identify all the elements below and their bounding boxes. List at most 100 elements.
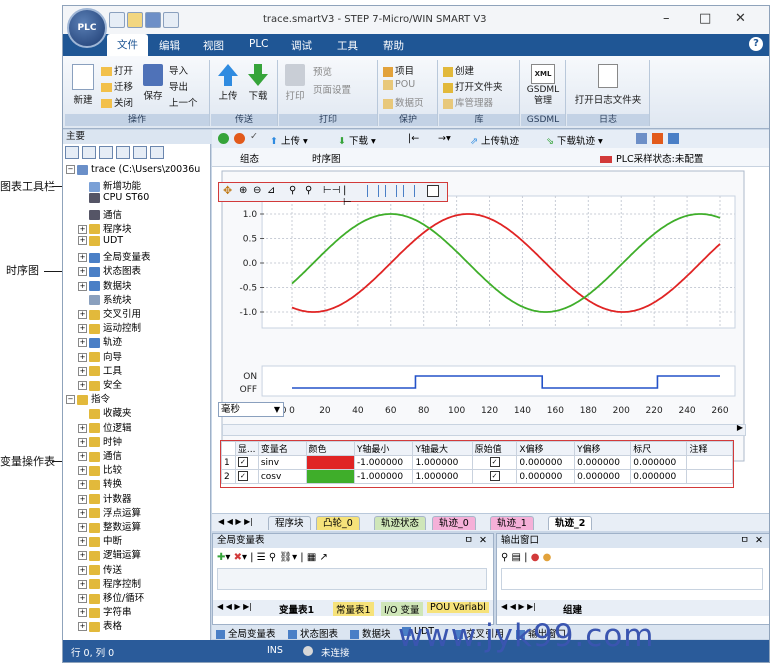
tree-item[interactable]: + 安全 [78, 377, 122, 391]
column-header[interactable]: Y轴最小 [353, 441, 414, 456]
output-tab-build[interactable]: 组建 [563, 602, 582, 616]
editor-tab[interactable]: 轨迹状态 [374, 516, 427, 530]
pane-pin-icon[interactable]: ㅁ [464, 534, 473, 548]
menu-edit[interactable]: 编辑 [159, 38, 180, 53]
tree-tool-icon-2[interactable] [82, 146, 96, 159]
pane-close-icon[interactable]: ✕ [479, 534, 487, 548]
editor-tab[interactable]: 轨迹_2 [548, 516, 593, 530]
raw-value-checkbox[interactable]: ✓ [471, 469, 518, 484]
y-min-cell[interactable]: -1.000000 [353, 469, 414, 484]
column-header[interactable]: 显... [234, 441, 259, 456]
tree-item[interactable]: + 状态图表 [78, 263, 141, 277]
output-warn-icon[interactable]: ● [543, 552, 552, 563]
expand-icon[interactable]: + [78, 253, 87, 263]
scale-cell[interactable]: 0.000000 [630, 469, 688, 484]
save-button[interactable]: 保存 [141, 64, 165, 102]
output-filter-icon[interactable]: ⚲ [501, 552, 508, 563]
tree-item[interactable]: + 整数运算 [78, 519, 141, 533]
editor-tab[interactable]: 程序块 [268, 516, 311, 530]
output-close-icon[interactable]: ✕ [755, 534, 763, 548]
expand-icon[interactable]: + [78, 466, 87, 476]
page-setup-button[interactable]: 页面设置 [313, 82, 351, 96]
upload-trace-button[interactable]: ⇗ 上传轨迹 [470, 133, 519, 147]
minimize-button[interactable]: – [663, 11, 670, 26]
cursor-1-icon[interactable] [367, 185, 379, 197]
tree-tool-icon-3[interactable] [99, 146, 113, 159]
cursor-2-icon[interactable] [385, 185, 397, 197]
tree-item[interactable]: + 轨迹 [78, 334, 122, 348]
expand-icon[interactable]: + [78, 551, 87, 561]
project-protect-button[interactable]: 项目 [383, 63, 414, 77]
migrate-button[interactable]: 迁移 [101, 79, 133, 93]
tree-item[interactable]: 收藏夹 [78, 405, 132, 419]
tree-item[interactable]: + 工具 [78, 363, 122, 377]
add-var-icon[interactable]: ✚ [217, 552, 225, 563]
y-offset-cell[interactable]: 0.000000 [574, 469, 632, 484]
tree-item[interactable]: + 逻辑运算 [78, 547, 141, 561]
expand-icon[interactable]: + [78, 565, 87, 575]
tree-item[interactable]: 系统块 [78, 292, 132, 306]
var-tab-4[interactable]: POU Variabl [427, 602, 489, 613]
tree-tool-icon-5[interactable] [133, 146, 147, 159]
menu-tools[interactable]: 工具 [337, 38, 358, 53]
checkbox-icon[interactable]: ✓ [489, 457, 500, 468]
stop-trace-icon[interactable] [234, 133, 245, 144]
trace-upload-button[interactable]: ⬆ 上传 ▾ [270, 133, 308, 147]
expand-icon[interactable]: + [78, 423, 87, 433]
dock-tab[interactable]: 数据块 [350, 626, 391, 640]
print-button[interactable]: 打印 [283, 64, 307, 102]
tab-nav-icons[interactable]: ◀ ◀ ▶ ▶| [218, 517, 253, 526]
redo-quick-icon[interactable] [163, 12, 179, 28]
var-tab-nav[interactable]: ◀ ◀ ▶ ▶| [217, 602, 252, 611]
output-content[interactable] [501, 568, 763, 590]
expand-icon[interactable]: + [78, 338, 87, 348]
zoom-in-icon[interactable]: ⊕ [239, 185, 251, 197]
column-header[interactable]: Y偏移 [574, 441, 632, 456]
tree-item[interactable]: 通信 [78, 207, 122, 221]
preview-button[interactable]: 预览 [313, 64, 332, 78]
check-icon[interactable]: ✓ [250, 131, 258, 142]
maximize-button[interactable]: □ [699, 11, 711, 26]
cursor-3-icon[interactable] [403, 185, 415, 197]
tree-item[interactable]: + 数据块 [78, 278, 132, 292]
y-offset-cell[interactable]: 0.000000 [574, 455, 632, 470]
tab-config[interactable]: 组态 [240, 151, 259, 165]
dock-tab[interactable]: 状态图表 [288, 626, 338, 640]
filter-icon[interactable]: ⚲ [269, 552, 276, 563]
y-min-cell[interactable]: -1.000000 [353, 455, 414, 470]
table-row[interactable]: 2 ✓ cosv -1.000000 1.000000 ✓ 0.000000 0.000000… [221, 469, 733, 484]
x-offset-cell[interactable]: 0.000000 [516, 455, 576, 470]
tree-item[interactable]: + 移位/循环 [78, 590, 144, 604]
var-tab-2[interactable]: 常量表1 [333, 602, 374, 616]
raw-value-checkbox[interactable]: ✓ [471, 455, 518, 470]
tree-item[interactable]: CPU ST60 [78, 192, 149, 203]
column-header[interactable]: 注释 [686, 441, 733, 456]
tree-item[interactable]: + 通信 [78, 448, 122, 462]
measure-range-icon[interactable]: |⊢ [343, 185, 355, 208]
collapse-icon[interactable]: − [66, 165, 75, 174]
column-header[interactable]: 颜色 [305, 441, 355, 456]
chart-horizontal-scrollbar[interactable]: ▶ [222, 423, 746, 436]
output-clear-icon[interactable]: ● [531, 552, 540, 563]
trace-tool-icon-a[interactable] [636, 133, 647, 144]
scroll-right-icon[interactable]: ▶ [737, 423, 743, 432]
collapse-icon[interactable]: − [66, 395, 75, 405]
open-quick-icon[interactable] [127, 12, 143, 28]
note-cell[interactable] [686, 455, 733, 470]
export-icon[interactable]: ↗ [320, 552, 328, 563]
tree-tool-icon-4[interactable] [116, 146, 130, 159]
expand-icon[interactable]: + [78, 437, 87, 447]
open-folder-button[interactable]: 打开文件夹 [443, 79, 503, 93]
var-tab-1[interactable]: 变量表1 [279, 602, 314, 616]
expand-icon[interactable]: + [78, 508, 87, 518]
color-swatch[interactable] [305, 469, 355, 484]
tree-item[interactable]: + 转换 [78, 476, 122, 490]
tree-item[interactable]: + 交叉引用 [78, 306, 141, 320]
tree-item[interactable]: + 计数器 [78, 491, 132, 505]
close-button[interactable]: ✕ [735, 11, 746, 26]
open-button[interactable]: 打开 [101, 63, 133, 77]
expand-icon[interactable]: + [78, 579, 87, 589]
tree-item[interactable]: + 全局变量表 [78, 249, 151, 263]
trace-tool-icon-c[interactable] [668, 133, 679, 144]
y-max-cell[interactable]: 1.000000 [412, 455, 473, 470]
